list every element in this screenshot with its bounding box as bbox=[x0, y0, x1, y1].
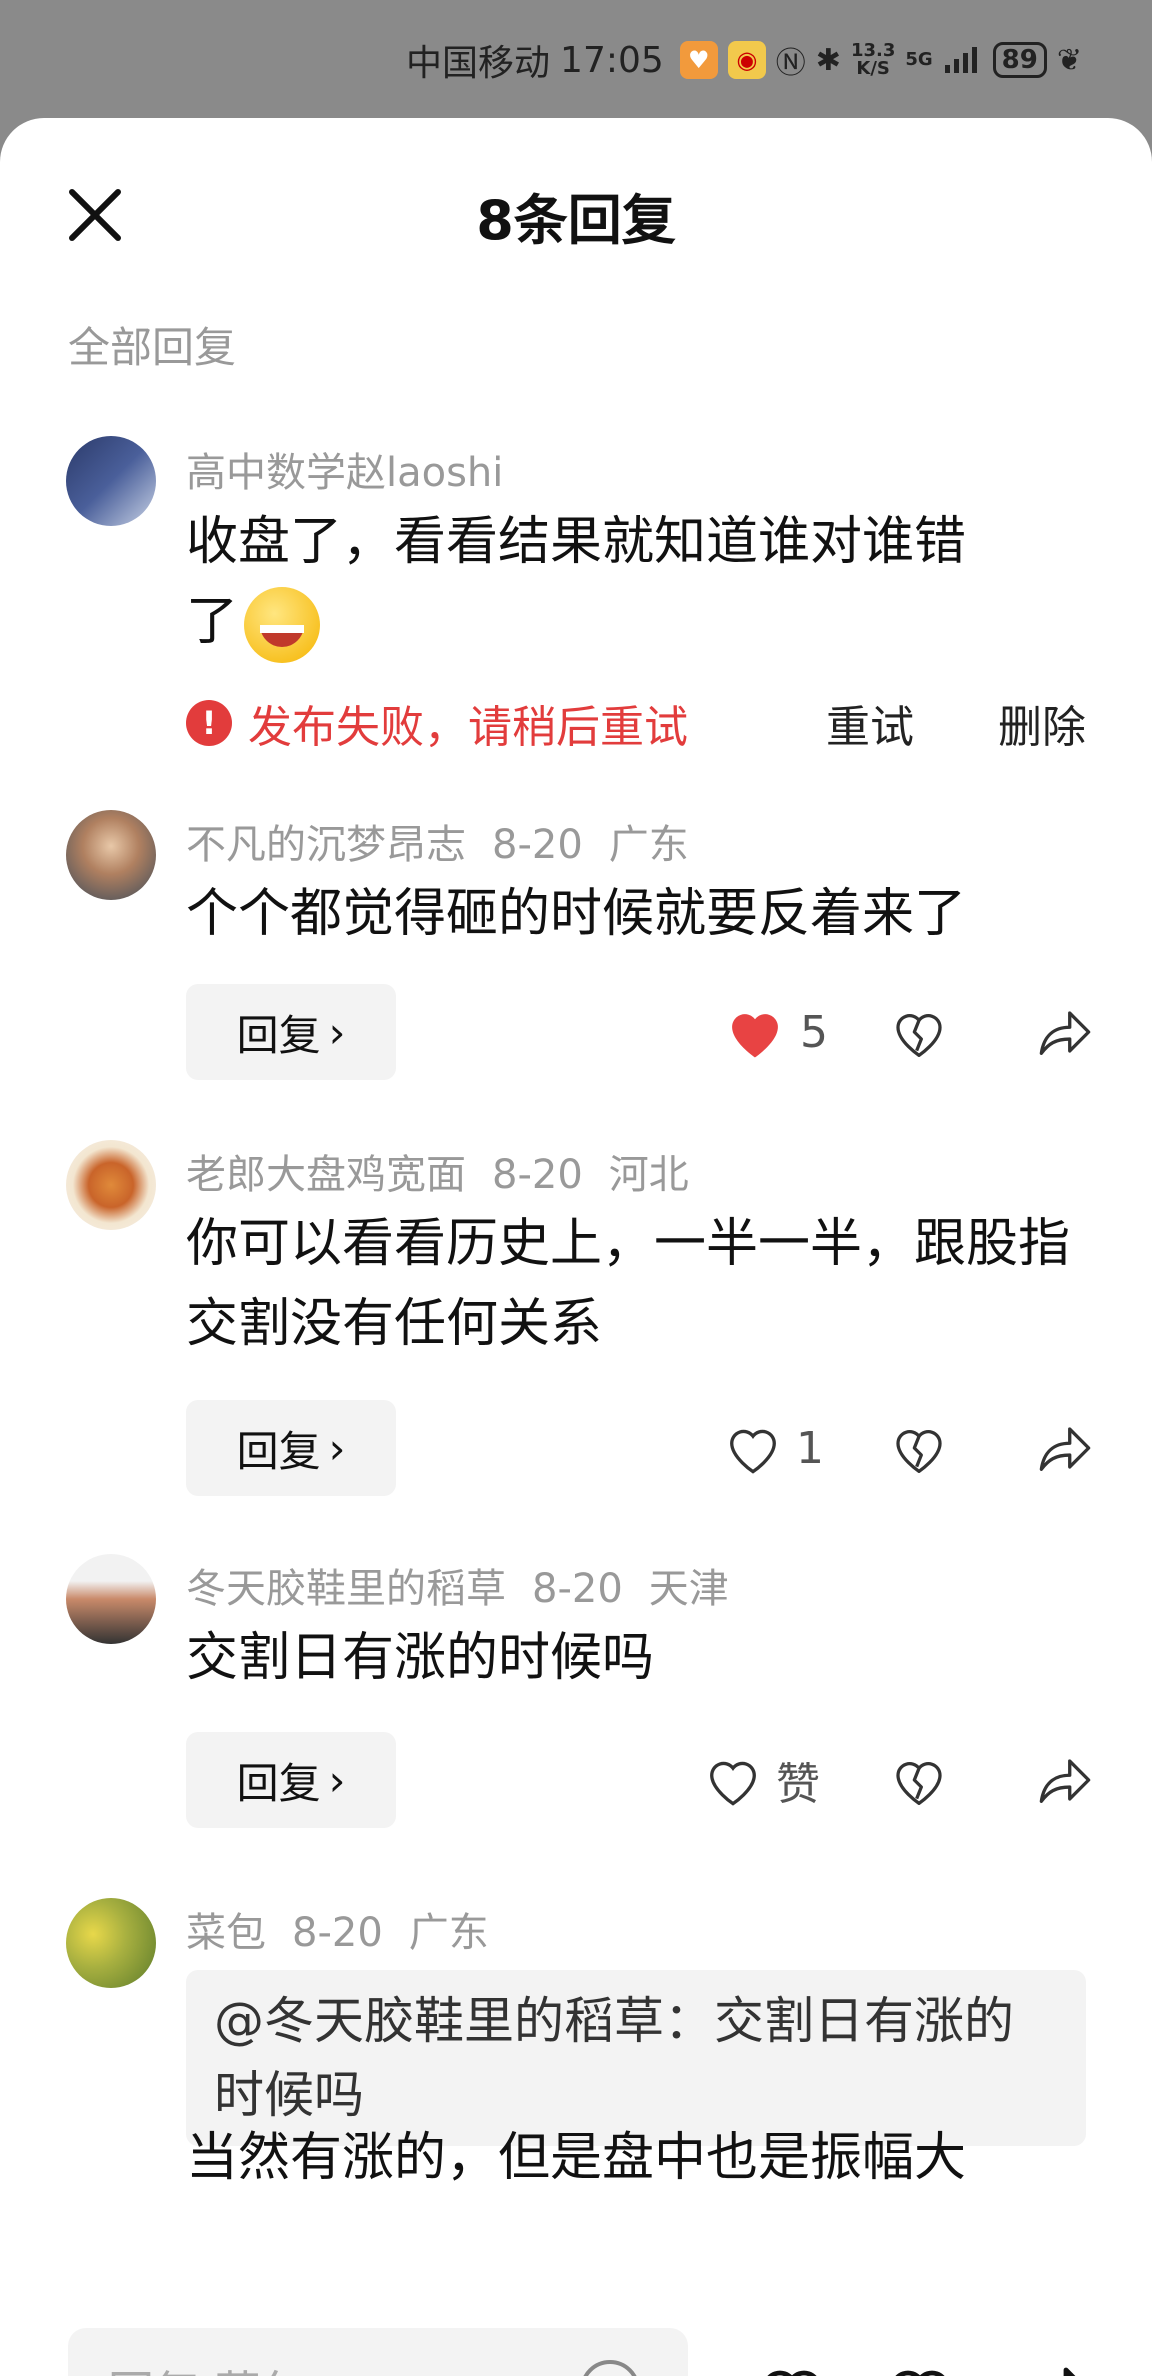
page-title: 8条回复 bbox=[476, 189, 676, 252]
share-arrow-icon bbox=[1039, 1427, 1091, 1471]
comment-meta: 不凡的沉梦昂志 8-20 广东 bbox=[186, 812, 715, 870]
comment-text-fragment: 了 bbox=[186, 592, 239, 652]
comment-location: 广东 bbox=[608, 822, 689, 868]
comment-text-line: 了 bbox=[186, 582, 1086, 663]
comment-location: 河北 bbox=[608, 1152, 689, 1198]
share-arrow-icon[interactable] bbox=[1024, 2358, 1096, 2376]
comment-text: 交割日有涨的时候吗 bbox=[186, 1628, 655, 1688]
emoji-icon[interactable] bbox=[578, 2358, 642, 2376]
comment-date: 8-20 bbox=[532, 1566, 623, 1612]
status-time: 17:05 bbox=[560, 39, 664, 81]
comment-text: 个个都觉得砸的时候就要反着来了 bbox=[186, 884, 967, 944]
bottom-bar: 回复 菜包： bbox=[0, 2300, 1152, 2376]
comment-username[interactable]: 老郎大盘鸡宽面 bbox=[186, 1152, 466, 1198]
avatar[interactable] bbox=[66, 436, 156, 526]
comment-meta: 菜包 8-20 广东 bbox=[186, 1900, 515, 1958]
comment-date: 8-20 bbox=[492, 822, 583, 868]
comment-username[interactable]: 不凡的沉梦昂志 bbox=[186, 822, 466, 868]
comment-actions: 1 bbox=[724, 1400, 1094, 1496]
signal-icon bbox=[944, 47, 977, 73]
net-speed: 13.3 K/S bbox=[851, 42, 895, 78]
bluetooth-icon: ✱ bbox=[815, 42, 841, 78]
comment-actions: 5 bbox=[724, 984, 1094, 1080]
broken-heart-icon bbox=[896, 1762, 942, 1805]
retry-button[interactable]: 重试 bbox=[826, 691, 914, 755]
share-button[interactable] bbox=[984, 1754, 1094, 1806]
reply-button[interactable]: 回复 › bbox=[186, 1732, 396, 1828]
heart-filled-icon bbox=[732, 1014, 778, 1058]
reply-button-label: 回复 bbox=[236, 1758, 321, 1808]
comment-location: 广东 bbox=[408, 1910, 489, 1956]
like-count: 1 bbox=[796, 1422, 824, 1474]
reply-button-label: 回复 bbox=[236, 1426, 321, 1476]
error-icon: ! bbox=[186, 700, 232, 746]
publish-failed-row: ! 发布失败，请稍后重试 重试 删除 bbox=[186, 688, 1086, 758]
avatar[interactable] bbox=[66, 1140, 156, 1230]
comment-meta: 高中数学赵laoshi bbox=[186, 440, 529, 498]
comment-text: 你可以看看历史上，一半一半，跟股指交割没有任何关系 bbox=[186, 1214, 1071, 1354]
publish-failed-text: 发布失败，请稍后重试 bbox=[248, 702, 688, 753]
like-count: 5 bbox=[800, 1006, 828, 1058]
broken-heart-icon bbox=[896, 1014, 942, 1057]
share-arrow-icon bbox=[1039, 1759, 1091, 1803]
comment-date: 8-20 bbox=[292, 1910, 383, 1956]
comment-text-line: 收盘了，看看结果就知道谁对谁错 bbox=[186, 512, 967, 572]
avatar[interactable] bbox=[66, 1554, 156, 1644]
section-label-all-replies: 全部回复 bbox=[68, 323, 237, 372]
share-arrow-icon bbox=[1039, 1011, 1091, 1055]
status-bar: 中国移动 17:05 ♥ ◉ Ⓝ ✱ 13.3 K/S 5G 89 ❦ bbox=[0, 0, 1152, 120]
share-button[interactable] bbox=[984, 1422, 1094, 1474]
like-label: 赞 bbox=[776, 1759, 820, 1810]
avatar[interactable] bbox=[66, 1898, 156, 1988]
comment-location: 天津 bbox=[648, 1566, 729, 1612]
broken-heart-icon[interactable] bbox=[884, 2358, 956, 2376]
leaf-icon: ❦ bbox=[1056, 42, 1082, 78]
replies-sheet: 8条回复 全部回复 高中数学赵laoshi 收盘了，看看结果就知道谁对谁错 了 … bbox=[0, 118, 1152, 2376]
share-button[interactable] bbox=[984, 1006, 1094, 1058]
like-button[interactable]: 赞 bbox=[704, 1748, 854, 1812]
dislike-button[interactable] bbox=[854, 1754, 984, 1806]
net-speed-unit: K/S bbox=[856, 58, 890, 79]
carrier-name: 中国移动 bbox=[406, 43, 551, 84]
grin-emoji-icon bbox=[244, 587, 321, 663]
heart-outline-icon[interactable] bbox=[756, 2358, 828, 2376]
reply-button[interactable]: 回复 › bbox=[186, 984, 396, 1080]
chevron-right-icon: › bbox=[328, 1755, 346, 1805]
heart-outline-icon bbox=[710, 1761, 756, 1806]
comment-username[interactable]: 菜包 bbox=[186, 1910, 266, 1956]
chevron-right-icon: › bbox=[328, 1423, 346, 1473]
avatar[interactable] bbox=[66, 810, 156, 900]
chevron-right-icon: › bbox=[328, 1007, 346, 1057]
comment-actions: 赞 bbox=[704, 1732, 1094, 1828]
dislike-button[interactable] bbox=[854, 1422, 984, 1474]
weibo-notification-icon: ◉ bbox=[727, 41, 766, 79]
comment-username[interactable]: 高中数学赵laoshi bbox=[186, 450, 503, 496]
like-button[interactable]: 5 bbox=[724, 1004, 854, 1060]
comment-meta: 老郎大盘鸡宽面 8-20 河北 bbox=[186, 1142, 715, 1200]
comment-text: 收盘了，看看结果就知道谁对谁错 了 bbox=[186, 502, 1086, 663]
delete-button[interactable]: 删除 bbox=[998, 691, 1086, 755]
comment-date: 8-20 bbox=[492, 1152, 583, 1198]
app-notification-icon: ♥ bbox=[679, 41, 718, 79]
battery-indicator: 89 bbox=[992, 42, 1047, 78]
comment-username[interactable]: 冬天胶鞋里的稻草 bbox=[186, 1566, 506, 1612]
failed-actions: 重试 删除 bbox=[826, 691, 1086, 755]
comment-meta: 冬天胶鞋里的稻草 8-20 天津 bbox=[186, 1556, 755, 1614]
network-type: 5G bbox=[905, 49, 933, 70]
like-button[interactable]: 1 bbox=[724, 1422, 854, 1474]
dislike-button[interactable] bbox=[854, 1006, 984, 1058]
comment-text: 当然有涨的，但是盘中也是振幅大 bbox=[186, 2128, 967, 2188]
nfc-icon: Ⓝ bbox=[775, 46, 806, 81]
reply-button[interactable]: 回复 › bbox=[186, 1400, 396, 1496]
reply-button-label: 回复 bbox=[236, 1010, 321, 1060]
broken-heart-icon bbox=[896, 1430, 942, 1473]
heart-outline-icon bbox=[730, 1429, 776, 1474]
